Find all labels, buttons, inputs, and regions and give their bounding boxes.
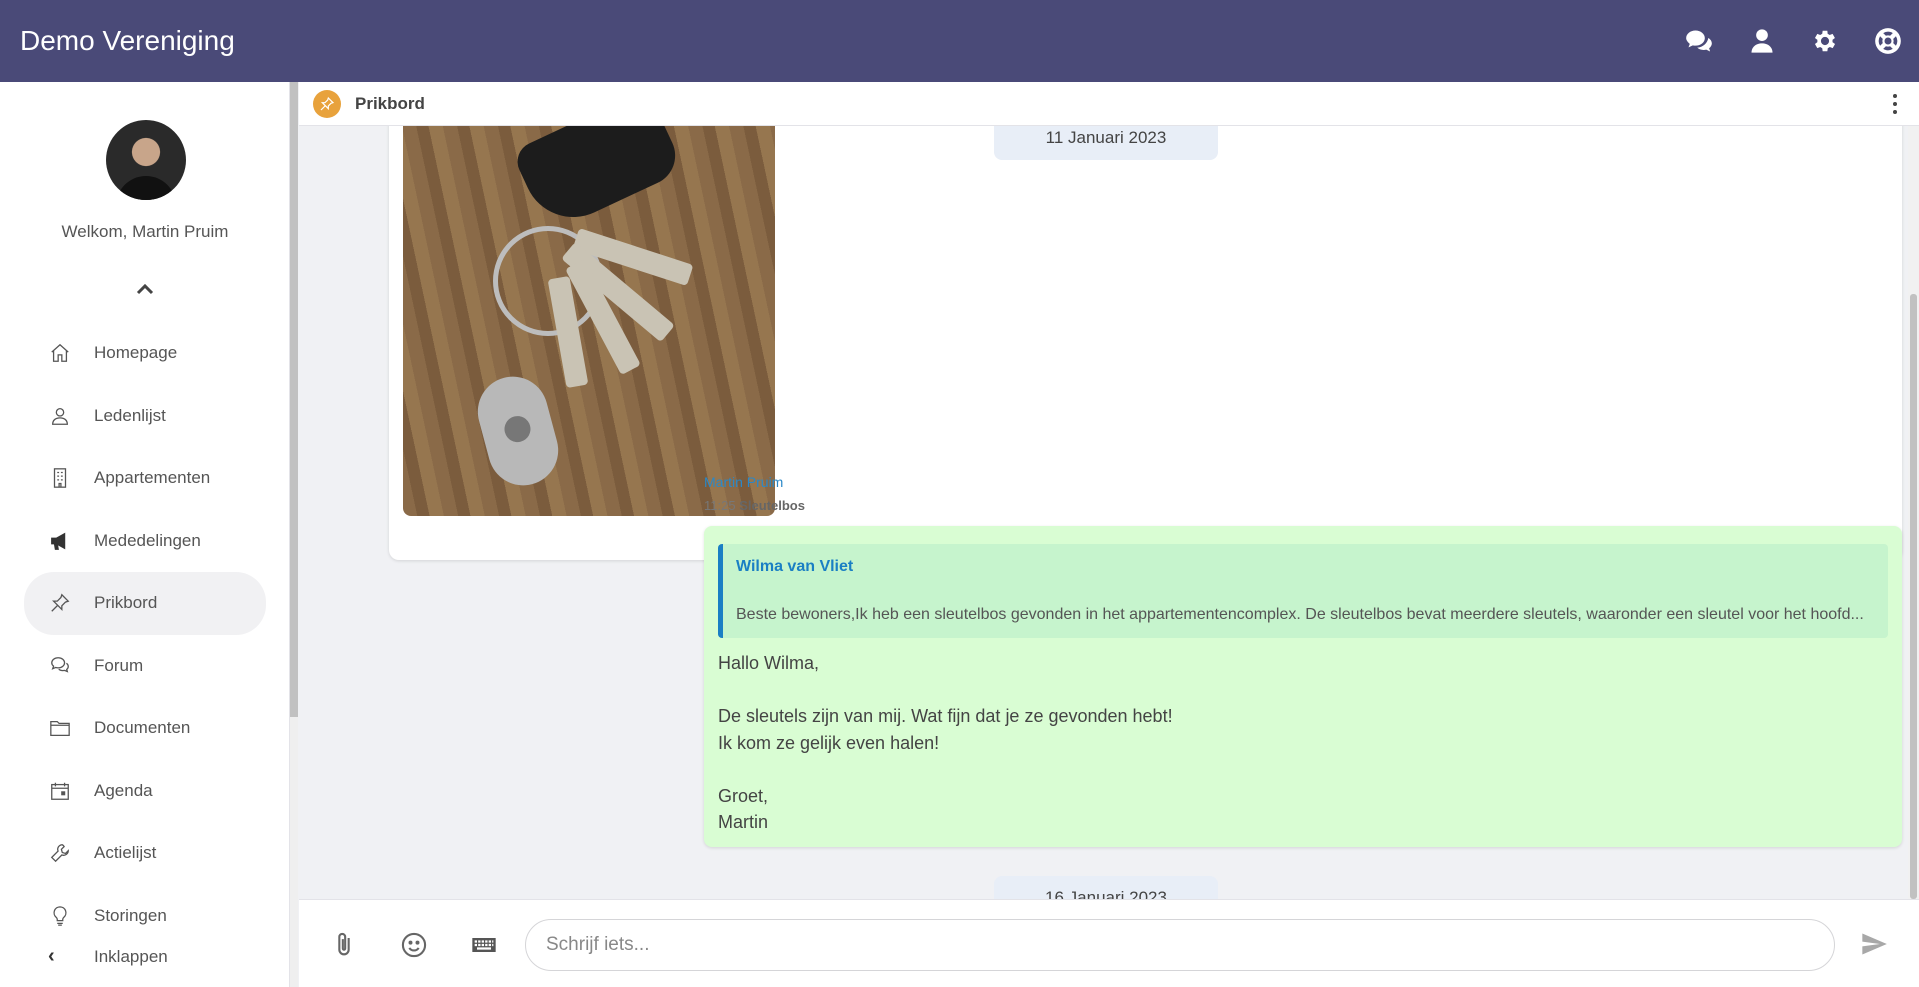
welcome-text: Welkom, Martin Pruim: [61, 222, 229, 241]
sidebar-item-label: Ledenlijst: [94, 405, 166, 425]
collapse-sidebar-button[interactable]: ‹ Inklappen: [48, 945, 168, 968]
pin-icon: [48, 591, 72, 615]
sidebar-item-actielijst[interactable]: Actielijst: [24, 822, 266, 885]
date-separator: 11 Januari 2023: [994, 126, 1218, 160]
key-photo[interactable]: [403, 126, 775, 516]
sidebar-item-storingen[interactable]: Storingen: [24, 885, 266, 948]
chevron-up-icon[interactable]: [135, 282, 155, 296]
top-bar-actions: [1667, 0, 1919, 82]
message-bubble[interactable]: Wilma van Vliet Beste bewoners,Ik heb ee…: [704, 526, 1902, 847]
previous-message-card: [389, 126, 1902, 560]
sidebar-item-label: Appartementen: [94, 468, 211, 488]
sidebar-item-documenten[interactable]: Documenten: [24, 697, 266, 760]
lifebuoy-icon[interactable]: [1856, 0, 1919, 82]
sidebar-item-label: Prikbord: [94, 593, 158, 613]
megaphone-icon: [48, 529, 72, 553]
send-icon[interactable]: [1859, 930, 1891, 960]
message-line: Ik kom ze gelijk even halen!: [718, 732, 940, 753]
chat-title: Prikbord: [355, 93, 425, 113]
chat-header: Prikbord: [299, 82, 1919, 126]
sidebar-item-label: Forum: [94, 655, 144, 675]
chat-messages[interactable]: 11 Januari 2023 Martin Pruim 11:25 Sleut…: [299, 126, 1908, 899]
date-separator: 16 Januari 2023: [994, 876, 1218, 899]
sidebar-item-label: Homepage: [94, 343, 178, 363]
message-composer: [299, 899, 1919, 987]
message-line: Groet,: [718, 785, 769, 806]
lightbulb-icon: [48, 904, 72, 928]
message-subject: Sleutelbos: [739, 498, 805, 513]
chevron-left-icon: ‹: [48, 945, 55, 967]
message-line: [718, 677, 1173, 704]
message-body: Hallo Wilma, De sleutels zijn van mij. W…: [718, 650, 1173, 836]
sidebar-item-homepage[interactable]: Homepage: [24, 322, 266, 385]
sidebar-item-label: Documenten: [94, 718, 191, 738]
sidebar-item-appartementen[interactable]: Appartementen: [24, 447, 266, 510]
sidebar-item-ledenlijst[interactable]: Ledenlijst: [24, 385, 266, 448]
message-time: 11:25: [704, 498, 736, 513]
message-meta: 11:25 Sleutelbos: [704, 498, 805, 513]
message-line: Martin: [718, 812, 769, 832]
message-author[interactable]: Martin Pruim: [704, 474, 783, 490]
user-icon[interactable]: [1730, 0, 1793, 82]
quoted-message[interactable]: Wilma van Vliet Beste bewoners,Ik heb ee…: [718, 544, 1888, 638]
home-icon: [48, 341, 72, 365]
sidebar: Welkom, Martin Pruim Homepage Ledenlijst…: [0, 82, 290, 987]
building-icon: [48, 466, 72, 490]
quote-author: Wilma van Vliet: [736, 558, 854, 575]
emoji-icon[interactable]: [399, 930, 429, 960]
chat-icon[interactable]: [1667, 0, 1730, 82]
sidebar-item-forum[interactable]: Forum: [24, 635, 266, 698]
sidebar-item-agenda[interactable]: Agenda: [24, 760, 266, 823]
top-bar: Demo Vereniging: [0, 0, 1919, 82]
message-line: [718, 756, 1173, 783]
sidebar-item-label: Agenda: [94, 780, 153, 800]
paperclip-icon[interactable]: [329, 930, 359, 960]
folder-icon: [48, 716, 72, 740]
more-options-icon[interactable]: [1893, 94, 1899, 114]
sidebar-item-prikbord[interactable]: Prikbord: [24, 572, 266, 635]
app-title: Demo Vereniging: [20, 25, 235, 56]
message-line: Hallo Wilma,: [718, 653, 820, 673]
sidebar-item-mededelingen[interactable]: Mededelingen: [24, 510, 266, 573]
keyboard-icon[interactable]: [469, 930, 499, 960]
collapse-label: Inklappen: [94, 946, 168, 966]
avatar[interactable]: [106, 120, 186, 200]
gear-icon[interactable]: [1793, 0, 1856, 82]
chat-scrollbar[interactable]: [1908, 126, 1919, 899]
calendar-icon: [48, 779, 72, 803]
chat-bubbles-icon: [48, 654, 72, 678]
sidebar-nav: Homepage Ledenlijst Appartementen Medede…: [24, 322, 266, 947]
pin-icon: [313, 89, 341, 118]
quote-text: Beste bewoners,Ik heb een sleutelbos gev…: [736, 606, 1864, 623]
message-input[interactable]: [525, 919, 1835, 971]
sidebar-scrollbar[interactable]: [290, 82, 298, 987]
person-icon: [48, 404, 72, 428]
sidebar-item-label: Storingen: [94, 905, 167, 925]
sidebar-item-label: Actielijst: [94, 843, 157, 863]
message-line: De sleutels zijn van mij. Wat fijn dat j…: [718, 706, 1173, 726]
sidebar-item-label: Mededelingen: [94, 530, 201, 550]
wrench-icon: [48, 841, 72, 865]
